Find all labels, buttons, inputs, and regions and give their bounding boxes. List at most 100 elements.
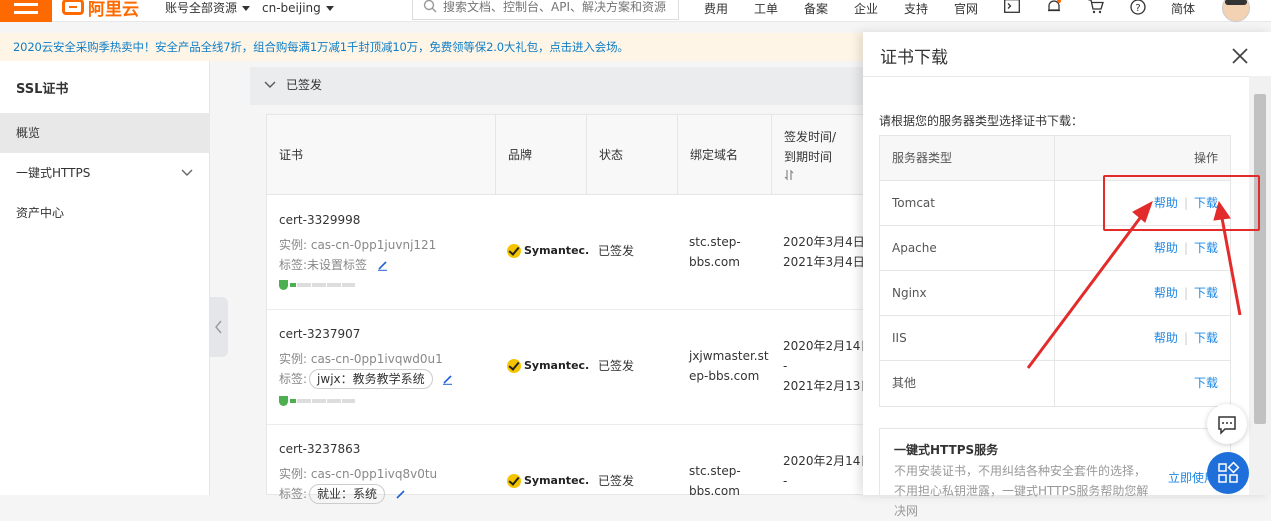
sidebar-item-asset-center[interactable]: 资产中心 — [0, 193, 210, 233]
col-header-dates[interactable]: 签发时间/ 到期时间 — [772, 115, 871, 195]
edit-pencil-icon[interactable] — [377, 260, 388, 271]
aliyun-logo[interactable]: 阿里云 — [62, 0, 139, 20]
issued-section-header[interactable]: 已签发 — [250, 67, 870, 105]
bound-domain: jxjwmaster.st ep-bbs.com — [689, 349, 769, 383]
help-link[interactable]: 帮助 — [1154, 286, 1178, 300]
cert-id[interactable]: cert-3237863 — [279, 439, 360, 459]
col-header-status: 状态 — [587, 115, 678, 195]
download-link[interactable]: 下载 — [1194, 286, 1218, 300]
help-link[interactable]: 帮助 — [1154, 241, 1178, 255]
sidebar-item-overview[interactable]: 概览 — [0, 113, 210, 153]
download-link[interactable]: 下载 — [1194, 331, 1218, 345]
server-name: IIS — [892, 331, 907, 345]
bell-icon[interactable] — [1046, 0, 1062, 15]
symantec-check-icon — [507, 474, 521, 488]
sort-icon[interactable] — [784, 169, 794, 181]
shield-icon — [279, 396, 288, 406]
security-level-bar — [279, 280, 355, 290]
cert-validity-dates: 2020年2月14日 -2021年2月13日 — [783, 339, 873, 393]
hamburger-menu-button[interactable] — [0, 0, 52, 22]
nav-fees[interactable]: 费用 — [704, 0, 728, 17]
terminal-icon[interactable] — [1004, 0, 1020, 13]
message-icon — [1218, 416, 1236, 435]
symantec-brand-logo: Symantec. — [507, 356, 589, 376]
table-row: cert-3237907 实例: cas-cn-0pp1ivqwd0u1 标签:… — [267, 310, 873, 425]
bound-domain: stc.step-bbs.com — [689, 235, 741, 269]
apps-float-button[interactable] — [1207, 452, 1249, 494]
annotation-highlight-box — [1103, 175, 1260, 231]
svg-text:?: ? — [1135, 3, 1140, 14]
cert-status: 已签发 — [598, 474, 635, 488]
col-header-brand: 品牌 — [496, 115, 587, 195]
tag-pill[interactable]: 就业：系统 — [309, 484, 386, 504]
chevron-down-icon — [181, 169, 193, 176]
cert-tag: 标签:未设置标签 — [279, 255, 388, 275]
scrollbar-thumb[interactable] — [1254, 94, 1266, 424]
cart-icon[interactable] — [1088, 0, 1104, 14]
region-selector[interactable]: cn-beijing — [262, 0, 334, 16]
cert-validity-dates: 2020年2月14日 - — [783, 454, 873, 488]
tag-prefix: 标签: — [279, 487, 308, 501]
server-name: Nginx — [892, 286, 927, 300]
help-icon[interactable]: ? — [1130, 0, 1146, 15]
nav-tickets[interactable]: 工单 — [754, 0, 778, 17]
tag-prefix: 标签: — [279, 258, 308, 272]
sidebar-item-label: 概览 — [16, 126, 41, 140]
drawer-scrollbar[interactable] — [1249, 76, 1271, 495]
sidebar-item-label: 资产中心 — [16, 206, 65, 220]
cert-id[interactable]: cert-3237907 — [279, 324, 360, 344]
drawer-title: 证书下载 — [880, 48, 948, 68]
user-avatar[interactable] — [1222, 0, 1250, 22]
sidebar-collapse-handle[interactable] — [210, 297, 228, 357]
tag-pill[interactable]: jwjx：教务教学系统 — [309, 369, 433, 389]
global-search[interactable] — [412, 0, 679, 20]
aliyun-logo-icon — [62, 0, 84, 15]
symantec-brand-logo: Symantec. — [507, 241, 589, 261]
col-header-cert: 证书 — [267, 115, 496, 195]
server-name: 其他 — [892, 376, 917, 390]
sidebar: SSL证书 概览 一键式HTTPS 资产中心 — [0, 61, 210, 495]
cert-instance: 实例: cas-cn-0pp1juvnj121 — [279, 238, 437, 252]
symantec-check-icon — [507, 359, 521, 373]
close-icon[interactable] — [1230, 46, 1250, 66]
nav-official-site[interactable]: 官网 — [954, 0, 978, 17]
nav-support[interactable]: 支持 — [904, 0, 928, 17]
drawer-description: 请根据您的服务器类型选择证书下载： — [879, 114, 1084, 128]
shield-icon — [279, 280, 288, 290]
cert-tag: 标签: 就业：系统 — [279, 484, 406, 504]
account-resource-selector[interactable]: 账号全部资源 — [165, 0, 251, 16]
chat-float-button[interactable] — [1207, 404, 1247, 444]
nav-enterprise[interactable]: 企业 — [854, 0, 878, 17]
cert-validity-dates: 2020年3月4日 -2021年3月4日 — [783, 235, 873, 269]
server-name: Apache — [892, 241, 937, 255]
col-header-server-type: 服务器类型 — [892, 151, 953, 165]
chevron-down-icon — [242, 6, 251, 11]
symantec-brand-logo: Symantec. — [507, 471, 589, 491]
account-resource-label: 账号全部资源 — [165, 1, 238, 15]
col-header-expire-time: 到期时间 — [784, 150, 833, 164]
sidebar-title: SSL证书 — [16, 82, 69, 97]
cert-id[interactable]: cert-3329998 — [279, 210, 360, 230]
sidebar-item-label: 一键式HTTPS — [16, 166, 91, 180]
cert-instance: 实例: cas-cn-0pp1ivqwd0u1 — [279, 352, 443, 366]
server-row-other: 其他 下载 — [880, 361, 1230, 406]
cert-instance: 实例: cas-cn-0pp1ivq8v0tu — [279, 467, 438, 481]
row-actions: 帮助 | 下载 — [1153, 241, 1218, 255]
tag-value: 未设置标签 — [307, 258, 368, 272]
edit-pencil-icon[interactable] — [442, 374, 453, 385]
language-switch[interactable]: 简体 — [1171, 0, 1195, 17]
nav-icp[interactable]: 备案 — [804, 0, 828, 17]
row-actions: 帮助 | 下载 — [1153, 331, 1218, 345]
promo-banner-text[interactable]: 2020云安全采购季热卖中！安全产品全线7折，组合购每满1万减1千封顶减10万，… — [13, 40, 629, 54]
region-label: cn-beijing — [262, 1, 321, 15]
security-level-bar — [279, 396, 355, 406]
chevron-down-icon — [264, 81, 276, 88]
cert-tag: 标签: jwjx：教务教学系统 — [279, 369, 453, 389]
download-link[interactable]: 下载 — [1194, 376, 1218, 390]
bound-domain: stc.step-bbs.com — [689, 464, 741, 498]
help-link[interactable]: 帮助 — [1154, 331, 1178, 345]
download-link[interactable]: 下载 — [1194, 241, 1218, 255]
search-input[interactable] — [443, 0, 673, 14]
server-row-apache: Apache 帮助 | 下载 — [880, 226, 1230, 271]
sidebar-item-one-click-https[interactable]: 一键式HTTPS — [0, 153, 210, 193]
